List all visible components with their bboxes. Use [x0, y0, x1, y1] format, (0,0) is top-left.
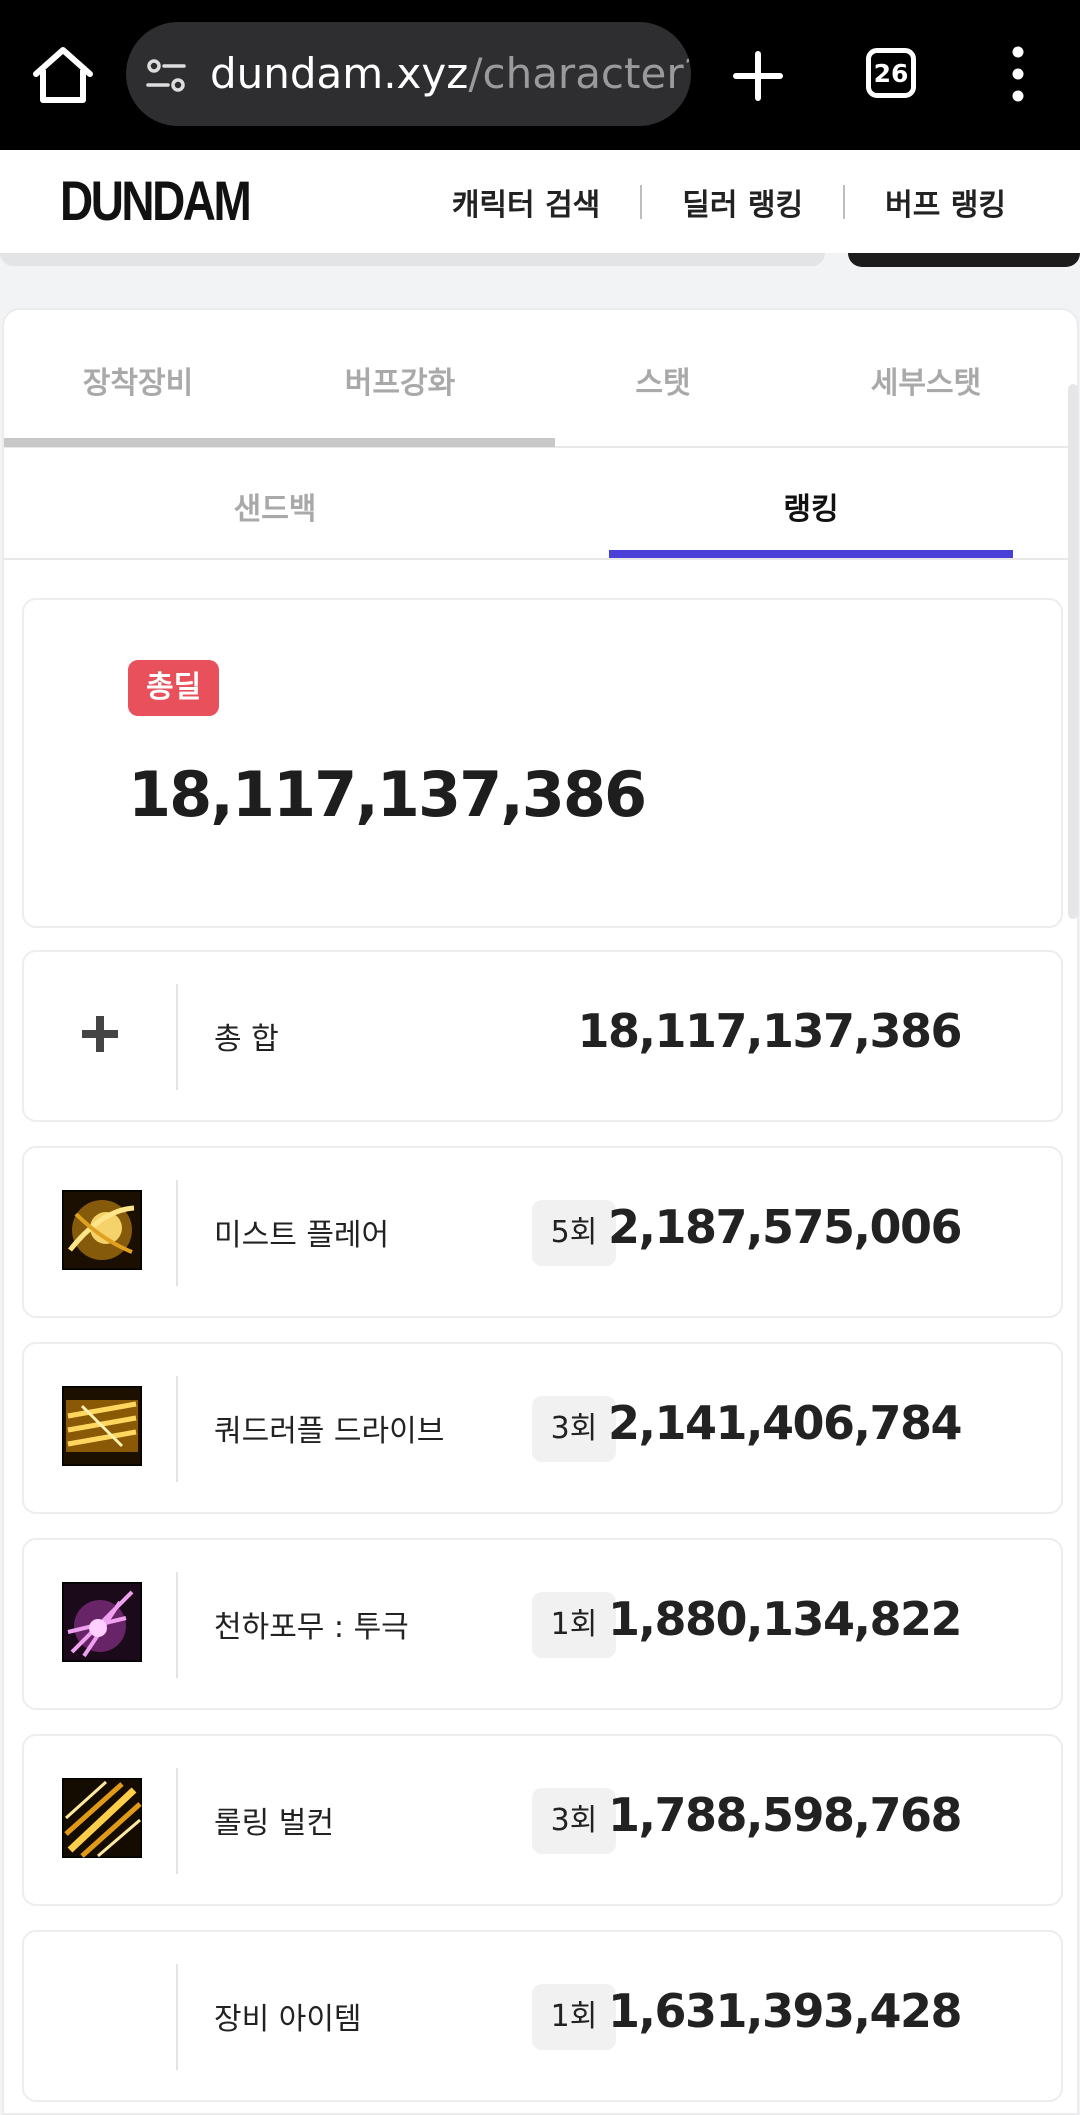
- tab-sandbag[interactable]: 샌드백: [73, 484, 477, 528]
- primary-tab-indicator: [4, 438, 555, 447]
- site-header: DUNDAM 캐릭터 검색 딜러 랭킹 버프 랭킹: [0, 150, 1080, 253]
- url-domain: dundam.xyz: [210, 49, 469, 98]
- row-hit-count: 3회: [532, 1788, 616, 1854]
- site-logo[interactable]: DUNDAM: [60, 166, 252, 236]
- primary-tabs: 장착장비 버프강화 스탯 세부스탯: [4, 310, 1079, 448]
- quadruple-drive-skill-icon: [62, 1386, 142, 1466]
- site-settings-icon[interactable]: [146, 56, 186, 96]
- url-path: /character?s: [468, 49, 691, 98]
- search-input-edge[interactable]: [0, 253, 825, 266]
- tab-buff-enhance[interactable]: 버프강화: [266, 358, 534, 402]
- active-tab-indicator: [609, 550, 1013, 558]
- row-hit-count: 1회: [532, 1592, 616, 1658]
- home-icon[interactable]: [30, 44, 96, 106]
- secondary-tabs: 샌드백 랭킹: [4, 448, 1079, 560]
- tab-detail-stats[interactable]: 세부스탯: [792, 358, 1060, 402]
- scrollbar[interactable]: [1068, 384, 1078, 919]
- row-hit-count: 3회: [532, 1396, 616, 1462]
- plus-icon[interactable]: [82, 1016, 118, 1052]
- row-divider: [176, 1572, 178, 1678]
- damage-row[interactable]: 쿼드러플 드라이브 3회 2,141,406,784: [22, 1342, 1063, 1514]
- row-hit-count: 1회: [532, 1984, 616, 2050]
- nav-buff-ranking[interactable]: 버프 랭킹: [845, 180, 1080, 224]
- row-hit-count: 5회: [532, 1200, 616, 1266]
- row-divider: [176, 1768, 178, 1874]
- site-nav: 캐릭터 검색 딜러 랭킹 버프 랭킹: [412, 150, 1080, 253]
- row-name: 총 합: [214, 1022, 279, 1057]
- damage-row[interactable]: 롤링 벌컨 3회 1,788,598,768: [22, 1734, 1063, 1906]
- row-name: 미스트 플레어: [214, 1218, 390, 1253]
- damage-row[interactable]: 장비 아이템 1회 1,631,393,428: [22, 1930, 1063, 2102]
- mist-flare-skill-icon: [62, 1190, 142, 1270]
- more-menu-icon[interactable]: [1000, 44, 1036, 104]
- row-damage-value: 1,788,598,768: [608, 1788, 963, 1842]
- row-name: 롤링 벌컨: [214, 1806, 334, 1841]
- row-name: 장비 아이템: [214, 2002, 362, 2037]
- total-damage-value: 18,117,137,386: [128, 758, 647, 831]
- browser-toolbar: dundam.xyz/character?s 26: [0, 0, 1080, 150]
- damage-row[interactable]: 미스트 플레어 5회 2,187,575,006: [22, 1146, 1063, 1318]
- row-divider: [176, 1964, 178, 2070]
- search-button-edge[interactable]: [848, 253, 1080, 267]
- row-damage-value: 1,880,134,822: [608, 1592, 963, 1646]
- row-damage-value: 2,187,575,006: [608, 1200, 963, 1254]
- row-name: 쿼드러플 드라이브: [214, 1414, 445, 1449]
- search-area-edge: [0, 253, 1080, 267]
- tab-stats[interactable]: 스탯: [529, 358, 797, 402]
- new-tab-icon[interactable]: [730, 40, 786, 110]
- tab-ranking[interactable]: 랭킹: [609, 484, 1013, 528]
- nav-character-search[interactable]: 캐릭터 검색: [412, 180, 640, 224]
- row-divider: [176, 984, 178, 1090]
- total-damage-card: 총딜 18,117,137,386: [22, 598, 1063, 928]
- row-divider: [176, 1376, 178, 1482]
- row-divider: [176, 1180, 178, 1286]
- address-bar[interactable]: dundam.xyz/character?s: [126, 22, 691, 126]
- rolling-vulcan-skill-icon: [62, 1778, 142, 1858]
- row-damage-value: 2,141,406,784: [608, 1396, 963, 1450]
- row-damage-value: 1,631,393,428: [608, 1984, 963, 2038]
- nav-dealer-ranking[interactable]: 딜러 랭킹: [642, 180, 843, 224]
- url-text: dundam.xyz/character?s: [210, 46, 691, 102]
- row-damage-value: 18,117,137,386: [577, 1004, 963, 1058]
- damage-row-total[interactable]: 총 합 18,117,137,386: [22, 950, 1063, 1122]
- tab-equipment[interactable]: 장착장비: [4, 358, 272, 402]
- cheonha-pomu-skill-icon: [62, 1582, 142, 1662]
- row-name: 천하포무 : 투극: [214, 1610, 409, 1645]
- damage-row[interactable]: 천하포무 : 투극 1회 1,880,134,822: [22, 1538, 1063, 1710]
- tab-switcher-button[interactable]: 26: [866, 48, 916, 98]
- total-damage-badge: 총딜: [128, 660, 220, 716]
